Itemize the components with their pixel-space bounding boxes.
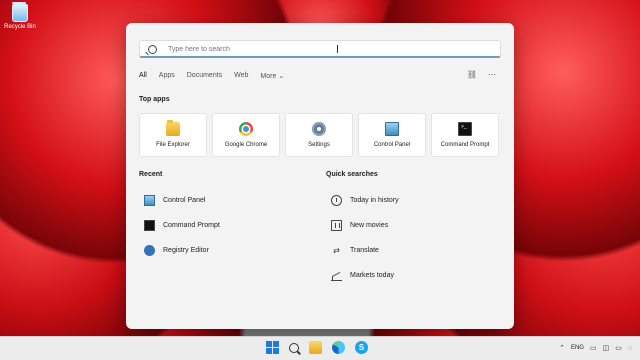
film-icon bbox=[331, 220, 342, 231]
more-options-icon[interactable]: ⋯ bbox=[488, 70, 496, 79]
top-app-command-prompt[interactable]: Command Prompt bbox=[431, 113, 499, 157]
language-indicator[interactable]: ENG bbox=[571, 345, 584, 351]
top-app-label: Settings bbox=[308, 142, 330, 148]
recent-item-label: Command Prompt bbox=[163, 222, 220, 229]
notifications-icon[interactable]: ◌ bbox=[628, 345, 632, 352]
windows-icon[interactable] bbox=[266, 341, 279, 354]
top-app-file-explorer[interactable]: File Explorer bbox=[139, 113, 207, 157]
search-icon bbox=[148, 45, 157, 54]
folder-icon bbox=[166, 120, 180, 136]
search-icon[interactable] bbox=[289, 343, 299, 353]
recent-item-label: Registry Editor bbox=[163, 247, 209, 254]
volume-icon[interactable]: ◫ bbox=[603, 344, 610, 352]
top-app-label: Google Chrome bbox=[224, 142, 268, 148]
network-icon[interactable]: ▭ bbox=[590, 344, 597, 352]
top-app-google-chrome[interactable]: Google Chrome bbox=[212, 113, 280, 157]
tab-more[interactable]: More bbox=[260, 72, 284, 80]
taskbar: S ⌃ ENG ▭ ◫ ▭ ◌ bbox=[0, 336, 640, 360]
quick-search-today-in-history[interactable]: Today in history bbox=[331, 188, 501, 213]
control-panel-icon bbox=[144, 195, 155, 206]
top-apps-list: File Explorer Google Chrome Settings Con… bbox=[139, 113, 501, 157]
recent-list: Control Panel Command Prompt Registry Ed… bbox=[144, 188, 314, 263]
search-input[interactable] bbox=[168, 43, 468, 55]
top-apps-heading: Top apps bbox=[139, 96, 170, 103]
recent-item-control-panel[interactable]: Control Panel bbox=[144, 188, 314, 213]
quick-search-label: Translate bbox=[350, 247, 379, 254]
search-panel: All Apps Documents Web More ⛓ ⋯ Top apps… bbox=[126, 23, 514, 329]
tab-apps[interactable]: Apps bbox=[159, 72, 175, 80]
translate-icon: ⇄ bbox=[333, 246, 340, 255]
edge-icon[interactable] bbox=[332, 341, 345, 354]
folder-icon[interactable] bbox=[309, 341, 322, 354]
quick-search-label: Today in history bbox=[350, 197, 399, 204]
top-app-label: Control Panel bbox=[373, 142, 411, 148]
quick-searches-heading: Quick searches bbox=[326, 171, 378, 178]
top-app-control-panel[interactable]: Control Panel bbox=[358, 113, 426, 157]
tab-all[interactable]: All bbox=[139, 72, 147, 80]
panel-actions: ⛓ ⋯ bbox=[467, 70, 496, 79]
tab-web[interactable]: Web bbox=[234, 72, 248, 80]
chart-icon bbox=[331, 270, 342, 281]
quick-searches-list: Today in history New movies ⇄ Translate … bbox=[331, 188, 501, 288]
quick-search-label: New movies bbox=[350, 222, 389, 229]
quick-search-markets-today[interactable]: Markets today bbox=[331, 263, 501, 288]
top-app-settings[interactable]: Settings bbox=[285, 113, 353, 157]
control-panel-icon bbox=[385, 122, 399, 136]
recycle-bin-label: Recycle Bin bbox=[4, 24, 36, 30]
clock-icon bbox=[331, 195, 342, 206]
system-tray: ⌃ ENG ▭ ◫ ▭ ◌ bbox=[559, 344, 632, 353]
registry-icon bbox=[144, 245, 155, 256]
text-cursor-icon bbox=[337, 45, 338, 53]
search-box[interactable] bbox=[139, 40, 501, 58]
quick-search-translate[interactable]: ⇄ Translate bbox=[331, 238, 501, 263]
quick-search-label: Markets today bbox=[350, 272, 394, 279]
recycle-bin-shortcut[interactable]: Recycle Bin bbox=[2, 2, 38, 30]
battery-icon[interactable]: ▭ bbox=[615, 344, 622, 352]
quick-search-new-movies[interactable]: New movies bbox=[331, 213, 501, 238]
share-icon[interactable]: ⛓ bbox=[467, 70, 477, 79]
skype-icon[interactable]: S bbox=[355, 341, 368, 354]
top-app-label: File Explorer bbox=[156, 142, 190, 148]
taskbar-apps: S bbox=[266, 341, 368, 354]
search-filter-tabs: All Apps Documents Web More bbox=[139, 72, 284, 80]
terminal-icon bbox=[144, 220, 155, 231]
recent-heading: Recent bbox=[139, 171, 163, 178]
tab-documents[interactable]: Documents bbox=[187, 72, 222, 80]
recycle-bin-icon bbox=[12, 2, 28, 22]
gear-icon bbox=[312, 122, 326, 136]
top-app-label: Command Prompt bbox=[440, 142, 490, 148]
recent-item-command-prompt[interactable]: Command Prompt bbox=[144, 213, 314, 238]
recent-item-label: Control Panel bbox=[163, 197, 206, 204]
chevron-up-icon[interactable]: ⌃ bbox=[559, 344, 565, 352]
recent-item-registry-editor[interactable]: Registry Editor bbox=[144, 238, 314, 263]
chrome-icon bbox=[239, 122, 253, 136]
terminal-icon bbox=[458, 122, 472, 136]
